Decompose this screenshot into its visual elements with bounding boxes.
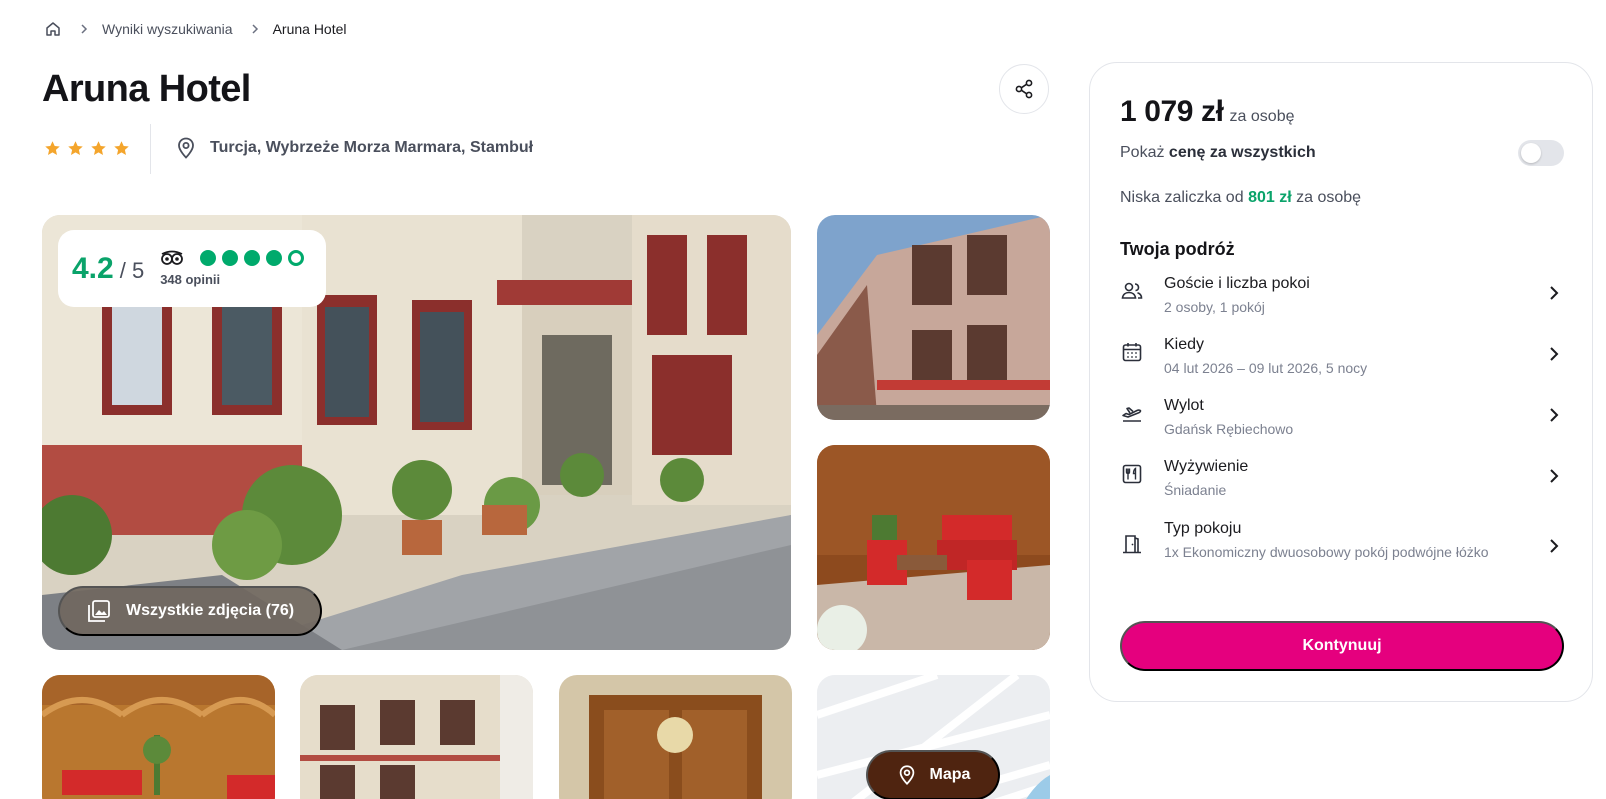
all-photos-label: Wszystkie zdjęcia (76) [126, 602, 295, 619]
deposit-suffix: za osobę [1296, 189, 1362, 206]
price: 1 079 zł za osobę [1120, 95, 1294, 129]
meal-icon [1122, 464, 1142, 484]
chevron-right-icon [1550, 347, 1559, 361]
trip-row-dates[interactable]: Kiedy 04 lut 2026 – 09 lut 2026, 5 nocy [1120, 334, 1564, 378]
hotel-photo-terrace[interactable] [817, 445, 1050, 650]
total-price-toggle[interactable] [1518, 140, 1564, 166]
hotel-photo-facade[interactable] [817, 215, 1050, 420]
star-icon [114, 141, 129, 155]
location-pin-icon [178, 137, 194, 159]
rating-max: / 5 [119, 257, 145, 283]
toggle-label-prefix: Pokaż [1120, 144, 1165, 161]
continue-button[interactable]: Kontynuuj [1120, 621, 1564, 671]
trip-row-label: Goście i liczba pokoi [1164, 275, 1310, 292]
page-title: Aruna Hotel [42, 68, 251, 110]
room-icon [1123, 535, 1141, 554]
trip-row-value: Śniadanie [1164, 482, 1227, 498]
trip-row-label: Wyżywienie [1164, 458, 1249, 475]
guests-icon [1121, 282, 1143, 299]
toggle-label: Pokaż cenę za wszystkich [1120, 144, 1316, 162]
rating-card[interactable]: 4.2 / 5 348 opinii [58, 230, 326, 307]
trip-row-departure[interactable]: Wylot Gdańsk Rębiechowo [1120, 395, 1564, 439]
breadcrumb: Wyniki wyszukiwania Aruna Hotel [44, 18, 347, 40]
trip-row-value: 2 osoby, 1 pokój [1164, 299, 1265, 315]
location-text: Turcja, Wybrzeże Morza Marmara, Stambuł [210, 139, 534, 156]
booking-card: 1 079 zł za osobę Pokaż cenę za wszystki… [1089, 62, 1593, 702]
rating-bubble-filled [222, 250, 239, 266]
hotel-location[interactable]: Turcja, Wybrzeże Morza Marmara, Stambuł [174, 136, 533, 160]
home-icon[interactable] [44, 20, 62, 38]
trip-section-title: Twoja podróż [1120, 239, 1235, 259]
breadcrumb-link-search-results[interactable]: Wyniki wyszukiwania [102, 21, 233, 37]
share-button[interactable] [999, 64, 1049, 114]
star-icon [68, 141, 83, 155]
trip-row-value: 04 lut 2026 – 09 lut 2026, 5 nocy [1164, 360, 1368, 376]
map-label: Mapa [929, 766, 971, 783]
hotel-photo-door[interactable] [559, 675, 792, 799]
gallery-icon [88, 600, 110, 622]
rating-score: 4.2 [72, 251, 114, 285]
rating-bubble-filled [266, 250, 283, 266]
price-unit: za osobę [1229, 108, 1295, 125]
map-button[interactable]: Mapa [866, 750, 1000, 799]
trip-row-meals[interactable]: Wyżywienie Śniadanie [1120, 456, 1564, 500]
location-pin-icon [899, 765, 914, 785]
hotel-stars [44, 140, 130, 157]
trip-row-label: Kiedy [1164, 336, 1205, 353]
chevron-right-icon [1550, 286, 1559, 300]
deposit-prefix: Niska zaliczka od [1120, 189, 1244, 206]
trip-row-label: Wylot [1164, 397, 1204, 414]
chevron-right-icon [1550, 469, 1559, 483]
calendar-icon [1122, 343, 1142, 362]
breadcrumb-current: Aruna Hotel [272, 21, 347, 37]
trip-row-guests[interactable]: Goście i liczba pokoi 2 osoby, 1 pokój [1120, 273, 1564, 317]
chevron-right-icon [1550, 539, 1559, 553]
price-value: 1 079 zł [1120, 95, 1224, 128]
star-icon [45, 141, 60, 155]
rating-bubble-filled [200, 250, 217, 266]
deposit-info: Niska zaliczka od 801 zł za osobę [1120, 189, 1361, 207]
plane-icon [1122, 407, 1142, 422]
trip-row-label: Typ pokoju [1164, 520, 1242, 537]
star-icon [91, 141, 106, 155]
rating-bubble-empty [288, 250, 305, 266]
toggle-label-bold: cenę za wszystkich [1168, 144, 1316, 161]
total-price-toggle-row: Pokaż cenę za wszystkich [1120, 140, 1564, 166]
hotel-photo-street[interactable] [300, 675, 533, 799]
share-icon [1015, 79, 1033, 99]
trip-row-room-type[interactable]: Typ pokoju 1x Ekonomiczny dwuosobowy pok… [1120, 518, 1564, 562]
chevron-right-icon [251, 24, 259, 34]
opinions-count: 348 opinii [160, 272, 221, 287]
chevron-right-icon [80, 24, 88, 34]
deposit-amount: 801 zł [1248, 189, 1292, 206]
hotel-photo-courtyard[interactable] [42, 675, 275, 799]
trip-row-value: Gdańsk Rębiechowo [1164, 421, 1294, 437]
all-photos-button[interactable]: Wszystkie zdjęcia (76) [58, 586, 323, 636]
chevron-right-icon [1550, 408, 1559, 422]
rating-bubble-filled [244, 250, 261, 266]
tripadvisor-owl-icon [161, 250, 184, 265]
divider [150, 124, 151, 174]
trip-row-value: 1x Ekonomiczny dwuosobowy pokój podwójne… [1164, 544, 1489, 560]
